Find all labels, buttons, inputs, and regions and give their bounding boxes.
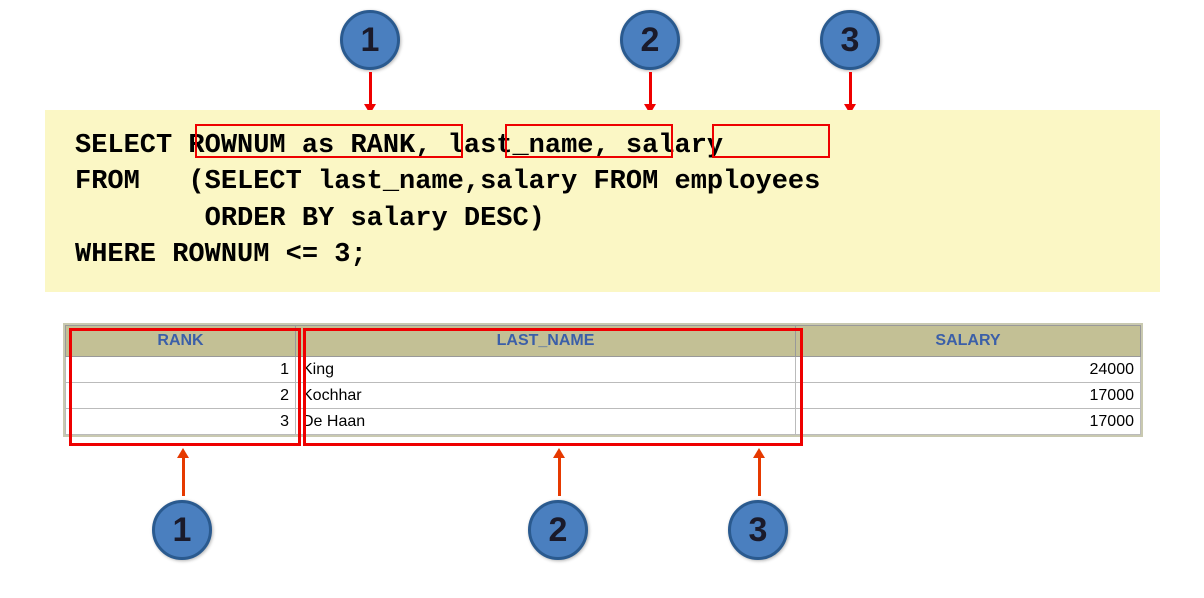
arrow-down-3	[849, 72, 852, 104]
table-header-row: RANK LAST_NAME SALARY	[66, 326, 1141, 357]
highlight-rownum-rank	[195, 124, 463, 158]
badge-top-1: 1	[340, 10, 400, 70]
highlight-salary	[712, 124, 830, 158]
cell-last-name: De Haan	[296, 409, 796, 435]
cell-rank: 3	[66, 409, 296, 435]
header-last-name: LAST_NAME	[296, 326, 796, 357]
cell-salary: 17000	[796, 383, 1141, 409]
cell-rank: 1	[66, 357, 296, 383]
badge-top-2: 2	[620, 10, 680, 70]
result-table: RANK LAST_NAME SALARY 1 King 24000 2 Koc…	[65, 325, 1141, 435]
cell-last-name: King	[296, 357, 796, 383]
table-row: 2 Kochhar 17000	[66, 383, 1141, 409]
cell-salary: 24000	[796, 357, 1141, 383]
header-rank: RANK	[66, 326, 296, 357]
badge-bottom-2: 2	[528, 500, 588, 560]
badge-bottom-1: 1	[152, 500, 212, 560]
arrow-down-1	[369, 72, 372, 104]
table-row: 3 De Haan 17000	[66, 409, 1141, 435]
cell-salary: 17000	[796, 409, 1141, 435]
cell-last-name: Kochhar	[296, 383, 796, 409]
arrow-down-2	[649, 72, 652, 104]
arrow-up-2	[558, 458, 561, 496]
header-salary: SALARY	[796, 326, 1141, 357]
highlight-last-name	[505, 124, 673, 158]
badge-bottom-3: 3	[728, 500, 788, 560]
result-table-container: RANK LAST_NAME SALARY 1 King 24000 2 Koc…	[63, 323, 1143, 437]
arrow-up-1	[182, 458, 185, 496]
cell-rank: 2	[66, 383, 296, 409]
table-row: 1 King 24000	[66, 357, 1141, 383]
badge-top-3: 3	[820, 10, 880, 70]
arrow-up-3	[758, 458, 761, 496]
